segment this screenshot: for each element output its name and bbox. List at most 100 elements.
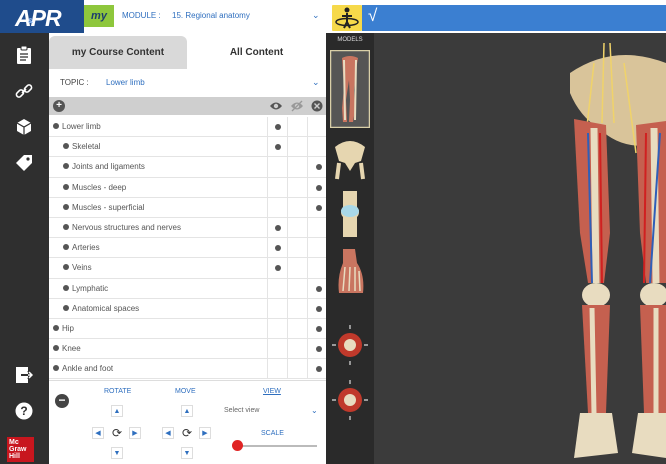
move-down-button[interactable]: ▼	[181, 447, 193, 459]
column-divider	[287, 217, 288, 238]
rotate-right-button[interactable]: ▶	[129, 427, 141, 439]
view-controls: − ROTATE ▲ ◀ ⟳ ▶ ▼ MOVE ▲ ◀ ⟳ ▶ ▼ VIEW S…	[49, 380, 326, 464]
view-link[interactable]: VIEW	[263, 388, 281, 395]
eye-slash-icon[interactable]	[290, 100, 304, 112]
chevron-down-icon[interactable]: ⌄	[312, 77, 320, 88]
move-reset-icon[interactable]: ⟳	[179, 426, 195, 440]
visibility-dot[interactable]	[275, 124, 281, 130]
orientation-tool-button[interactable]	[332, 5, 362, 31]
expand-bullet-icon[interactable]	[63, 284, 69, 291]
module-select[interactable]: 15. Regional anatomy	[172, 11, 250, 20]
select-view-dropdown[interactable]: Select view	[224, 407, 259, 414]
list-item[interactable]: Muscles - deep	[49, 177, 326, 198]
clipboard-icon[interactable]	[14, 45, 34, 65]
expand-bullet-icon[interactable]	[63, 264, 69, 271]
models-strip: MODELS	[326, 33, 374, 464]
list-item[interactable]: Hip	[49, 318, 326, 340]
list-item[interactable]: Nervous structures and nerves	[49, 217, 326, 239]
chevron-down-icon[interactable]: ⌄	[312, 10, 320, 21]
expand-bullet-icon[interactable]	[63, 203, 69, 210]
expand-all-icon[interactable]: +	[53, 100, 65, 112]
visibility-dot[interactable]	[275, 265, 281, 272]
list-item-label: Knee	[62, 344, 81, 354]
column-divider	[267, 318, 268, 339]
visibility-dot[interactable]	[316, 184, 322, 191]
close-icon[interactable]	[310, 100, 324, 112]
my-badge[interactable]: my	[84, 5, 114, 27]
column-divider	[267, 339, 268, 359]
expand-bullet-icon[interactable]	[53, 324, 59, 331]
full-leg-model-thumbnail[interactable]	[330, 50, 370, 128]
column-divider	[307, 157, 308, 177]
list-item[interactable]: Lymphatic	[49, 278, 326, 299]
rotate-down-button[interactable]: ▼	[111, 447, 123, 459]
list-item[interactable]: Knee	[49, 339, 326, 360]
visibility-dot[interactable]	[316, 204, 322, 211]
rotate-icon[interactable]: ⟳	[109, 426, 125, 440]
chevron-down-icon[interactable]: ⌄	[311, 406, 318, 415]
anatomy-3d-viewer[interactable]	[374, 33, 666, 464]
list-item[interactable]: Veins	[49, 258, 326, 279]
list-item-label: Anatomical spaces	[72, 303, 140, 313]
column-divider	[267, 197, 268, 217]
help-icon[interactable]: ?	[14, 401, 34, 421]
exit-icon[interactable]	[14, 365, 34, 385]
column-divider	[267, 217, 268, 238]
topic-select[interactable]: Lower limb	[106, 78, 145, 87]
expand-bullet-icon[interactable]	[63, 183, 69, 190]
scale-slider-knob[interactable]	[232, 440, 243, 451]
visibility-dot[interactable]	[275, 144, 281, 151]
rotate-left-button[interactable]: ◀	[92, 427, 104, 439]
list-item-label: Joints and ligaments	[72, 162, 145, 172]
list-item[interactable]: Joints and ligaments	[49, 157, 326, 178]
move-left-button[interactable]: ◀	[162, 427, 174, 439]
list-item[interactable]: Skeletal	[49, 137, 326, 158]
column-divider	[307, 339, 308, 359]
column-divider	[287, 238, 288, 258]
expand-bullet-icon[interactable]	[63, 163, 69, 170]
list-item-label: Muscles - superficial	[72, 202, 145, 212]
column-divider	[267, 137, 268, 157]
visibility-dot[interactable]	[316, 366, 322, 373]
expand-bullet-icon[interactable]	[63, 143, 69, 150]
list-item[interactable]: Lower limb	[49, 117, 326, 138]
visibility-dot[interactable]	[316, 164, 322, 171]
visibility-dot[interactable]	[275, 245, 281, 252]
tab-my-course-content[interactable]: my Course Content	[49, 36, 187, 69]
pelvis-model-thumbnail[interactable]	[331, 133, 369, 183]
rotate-up-button[interactable]: ▲	[111, 405, 123, 417]
visibility-dot[interactable]	[316, 285, 322, 292]
visibility-dot[interactable]	[275, 224, 281, 231]
lower-limb-3d-model[interactable]	[374, 33, 666, 464]
list-item[interactable]: Anatomical spaces	[49, 298, 326, 319]
visibility-dot[interactable]	[316, 325, 322, 332]
expand-bullet-icon[interactable]	[63, 244, 69, 251]
expand-bullet-icon[interactable]	[53, 345, 59, 352]
link-icon[interactable]	[14, 81, 34, 101]
expand-bullet-icon[interactable]	[53, 123, 59, 129]
visibility-dot[interactable]	[316, 305, 322, 312]
eye-icon[interactable]	[269, 100, 283, 112]
move-up-button[interactable]: ▲	[181, 405, 193, 417]
column-divider	[267, 238, 268, 258]
list-item[interactable]: Arteries	[49, 238, 326, 259]
expand-bullet-icon[interactable]	[63, 223, 69, 230]
cross-section-thigh-model-thumbnail[interactable]	[331, 320, 369, 370]
checkmark-icon[interactable]: √	[368, 6, 377, 26]
list-item[interactable]: Muscles - superficial	[49, 197, 326, 218]
cross-section-leg-model-thumbnail[interactable]	[331, 375, 369, 425]
foot-model-thumbnail[interactable]	[331, 247, 369, 297]
expand-bullet-icon[interactable]	[63, 304, 69, 311]
knee-model-thumbnail[interactable]	[331, 189, 369, 239]
tab-all-content[interactable]: All Content	[187, 36, 326, 69]
expand-bullet-icon[interactable]	[53, 365, 59, 372]
collapse-icon[interactable]: −	[55, 394, 69, 408]
column-divider	[267, 359, 268, 379]
column-divider	[287, 157, 288, 177]
tag-icon[interactable]	[14, 153, 34, 173]
list-item[interactable]: Ankle and foot	[49, 359, 326, 380]
move-right-button[interactable]: ▶	[199, 427, 211, 439]
cube-icon[interactable]	[14, 117, 34, 137]
visibility-dot[interactable]	[316, 346, 322, 353]
scale-slider-track[interactable]	[239, 445, 317, 447]
